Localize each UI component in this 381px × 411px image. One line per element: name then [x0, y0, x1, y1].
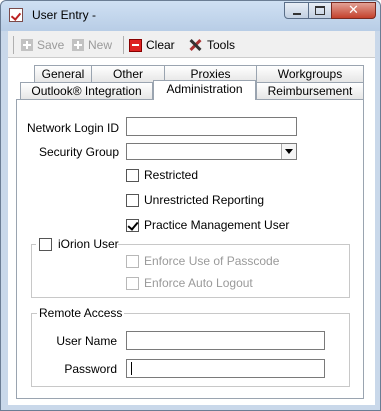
security-group-label: Security Group: [38, 145, 119, 159]
iorion-user-label: iOrion User: [58, 237, 119, 251]
practice-management-label: Practice Management User: [144, 218, 290, 232]
clear-button[interactable]: Clear: [129, 36, 175, 54]
title-bar[interactable]: User Entry - ✕: [1, 1, 380, 31]
enforce-passcode-label: Enforce Use of Passcode: [144, 254, 280, 268]
unrestricted-reporting-checkbox[interactable]: [126, 194, 139, 207]
tools-label: Tools: [207, 38, 236, 52]
save-label: Save: [37, 38, 65, 52]
window-title: User Entry -: [32, 8, 97, 22]
remote-access-title: Remote Access: [37, 306, 125, 320]
enforce-auto-logout-label: Enforce Auto Logout: [144, 276, 253, 290]
minimize-button[interactable]: [284, 2, 309, 19]
restricted-checkbox[interactable]: [126, 169, 139, 182]
chevron-down-icon[interactable]: [281, 144, 296, 159]
maximize-button[interactable]: [308, 2, 332, 19]
app-checkmark-icon: [9, 8, 23, 22]
tools-button[interactable]: Tools: [188, 36, 235, 54]
new-plus-icon: [72, 39, 84, 51]
minimize-icon: [292, 12, 301, 15]
tab-general[interactable]: General: [34, 65, 92, 82]
toolbar-separator: [123, 36, 124, 54]
unrestricted-reporting-label: Unrestricted Reporting: [144, 193, 265, 207]
clear-icon: [129, 38, 142, 52]
user-entry-window: User Entry - ✕ Save New Clear Tools Gene…: [0, 0, 381, 411]
close-icon: ✕: [348, 3, 359, 18]
maximize-icon: [315, 6, 325, 15]
new-label: New: [88, 38, 113, 52]
password-label: Password: [64, 362, 117, 376]
restricted-label: Restricted: [144, 168, 199, 182]
user-name-label: User Name: [56, 334, 117, 348]
text-cursor: [131, 362, 132, 375]
enforce-passcode-checkbox[interactable]: [126, 255, 139, 268]
network-login-input[interactable]: [126, 117, 297, 136]
user-name-input[interactable]: [126, 331, 325, 350]
iorion-user-checkbox[interactable]: [39, 238, 52, 251]
toolbar-grip: [13, 36, 14, 54]
tools-icon: [188, 38, 202, 52]
save-plus-icon: [21, 39, 33, 51]
toolbar: Save New Clear Tools: [8, 31, 375, 58]
password-input[interactable]: [126, 359, 325, 378]
tab-outlook-integration[interactable]: Outlook® Integration: [20, 82, 153, 99]
enforce-auto-logout-checkbox[interactable]: [126, 277, 139, 290]
save-button[interactable]: Save: [21, 36, 64, 54]
practice-management-checkbox[interactable]: [126, 219, 139, 232]
close-button[interactable]: ✕: [331, 2, 376, 19]
security-group-select[interactable]: [126, 143, 297, 160]
network-login-label: Network Login ID: [26, 121, 119, 135]
new-button[interactable]: New: [72, 36, 112, 54]
tab-administration[interactable]: Administration: [153, 80, 256, 100]
tab-reimbursement[interactable]: Reimbursement: [256, 82, 364, 99]
checkmark-icon: [127, 219, 139, 231]
tab-workgroups[interactable]: Workgroups: [256, 65, 364, 82]
clear-label: Clear: [146, 38, 175, 52]
